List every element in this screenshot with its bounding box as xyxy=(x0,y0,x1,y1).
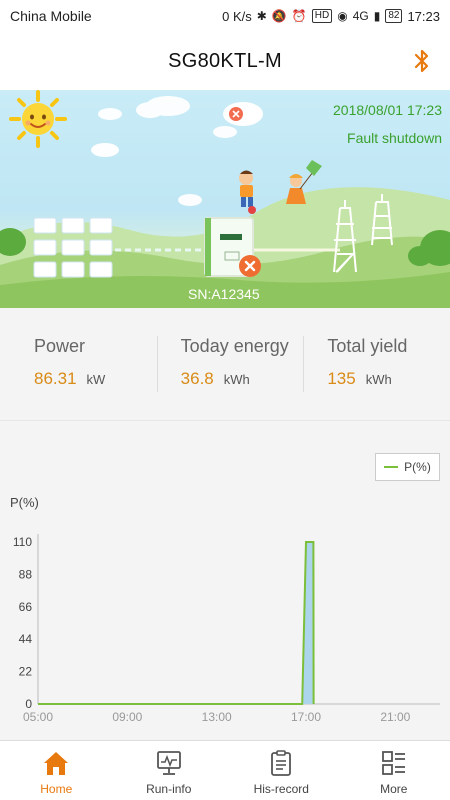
run-status-label: Fault shutdown xyxy=(347,130,442,146)
tab-label: More xyxy=(380,782,408,796)
eye-icon: ◉ xyxy=(337,9,348,23)
x-tick-label: 17:00 xyxy=(291,710,321,724)
serial-number: SN:A12345 xyxy=(188,286,260,302)
clock: 17:23 xyxy=(407,8,440,24)
bluetooth-icon[interactable] xyxy=(412,48,432,74)
series-area xyxy=(38,542,314,704)
power-chart[interactable]: P(%) P(%) 110 88 66 44 22 0 05:00 09:00 13:00 17:… xyxy=(0,421,450,739)
stat-label: Today energy xyxy=(180,336,289,356)
bottom-tab-bar: Home Run-info His-record More xyxy=(0,740,450,800)
sun-shape xyxy=(9,90,67,148)
stat-unit: kWh xyxy=(365,372,392,387)
mute-icon: 🔕 xyxy=(271,9,287,23)
stat-value: 135 xyxy=(327,369,356,388)
stat-value: 86.31 xyxy=(34,369,77,388)
x-tick-label: 09:00 xyxy=(112,710,142,724)
network-type: 4G xyxy=(352,9,369,23)
y-tick-label: 66 xyxy=(19,600,33,614)
fault-cloud-shape xyxy=(223,102,263,126)
tab-home[interactable]: Home xyxy=(0,741,113,800)
stat-unit: kW xyxy=(86,372,106,387)
status-icons: 0 K/s ✱ 🔕 ⏰ HD ◉ 4G ▮ 82 17:23 xyxy=(222,9,440,24)
app-header: SG80KTL-M xyxy=(0,32,450,90)
y-tick-label: 22 xyxy=(19,665,33,679)
stat-unit: kWh xyxy=(223,372,250,387)
x-tick-label: 13:00 xyxy=(202,710,232,724)
series-line xyxy=(38,541,315,705)
plant-scene: 2018/08/01 17:23 Fault shutdown SN:A1234… xyxy=(0,90,450,308)
datetime-label: 2018/08/01 17:23 xyxy=(333,102,442,118)
chart-plot: 110 88 66 44 22 005:00 09:00 13:00 17:00 21:00 xyxy=(13,534,440,724)
signal-icon: ▮ xyxy=(373,9,381,23)
tab-label: Home xyxy=(40,782,73,796)
stat-power: Power 86.31 kW xyxy=(0,320,157,420)
tab-run-info[interactable]: Run-info xyxy=(113,741,226,800)
y-tick-label: 88 xyxy=(19,567,33,581)
x-tick-label: 05:00 xyxy=(23,710,53,724)
stat-label: Power xyxy=(34,336,86,356)
cloud-shape xyxy=(91,96,237,206)
solar-panels-shape xyxy=(33,217,113,278)
tab-his-record[interactable]: His-record xyxy=(225,741,338,800)
status-bar: China Mobile 0 K/s ✱ 🔕 ⏰ HD ◉ 4G ▮ 82 17… xyxy=(0,0,450,32)
y-tick-label: 44 xyxy=(19,632,33,646)
tab-label: Run-info xyxy=(146,782,192,796)
hd-badge: HD xyxy=(311,9,333,23)
battery-level: 82 xyxy=(385,9,403,23)
device-title: SG80KTL-M xyxy=(168,49,282,72)
stat-value: 36.8 xyxy=(180,369,214,388)
stat-today-energy: Today energy 36.8 kWh xyxy=(156,320,304,420)
monitor-icon xyxy=(156,751,181,775)
alarm-icon: ⏰ xyxy=(291,9,307,23)
stat-total-yield: Total yield 135 kWh xyxy=(303,320,450,420)
scene-illustration xyxy=(0,90,450,308)
tab-label: His-record xyxy=(253,782,309,796)
home-icon xyxy=(44,752,69,775)
grid-list-icon xyxy=(381,751,405,775)
clipboard-icon xyxy=(271,750,292,776)
carrier-name: China Mobile xyxy=(10,8,92,24)
stat-label: Total yield xyxy=(327,336,408,356)
y-tick-label: 110 xyxy=(13,535,32,549)
bluetooth-status-icon: ✱ xyxy=(256,9,267,23)
stats-panel: Power 86.31 kW Today energy 36.8 kWh Tot… xyxy=(0,320,450,420)
inverter-shape xyxy=(204,217,261,277)
y-tick-label: 0 xyxy=(25,697,32,711)
network-speed: 0 K/s xyxy=(222,8,252,24)
x-tick-label: 21:00 xyxy=(380,710,410,724)
tab-more[interactable]: More xyxy=(338,741,450,800)
